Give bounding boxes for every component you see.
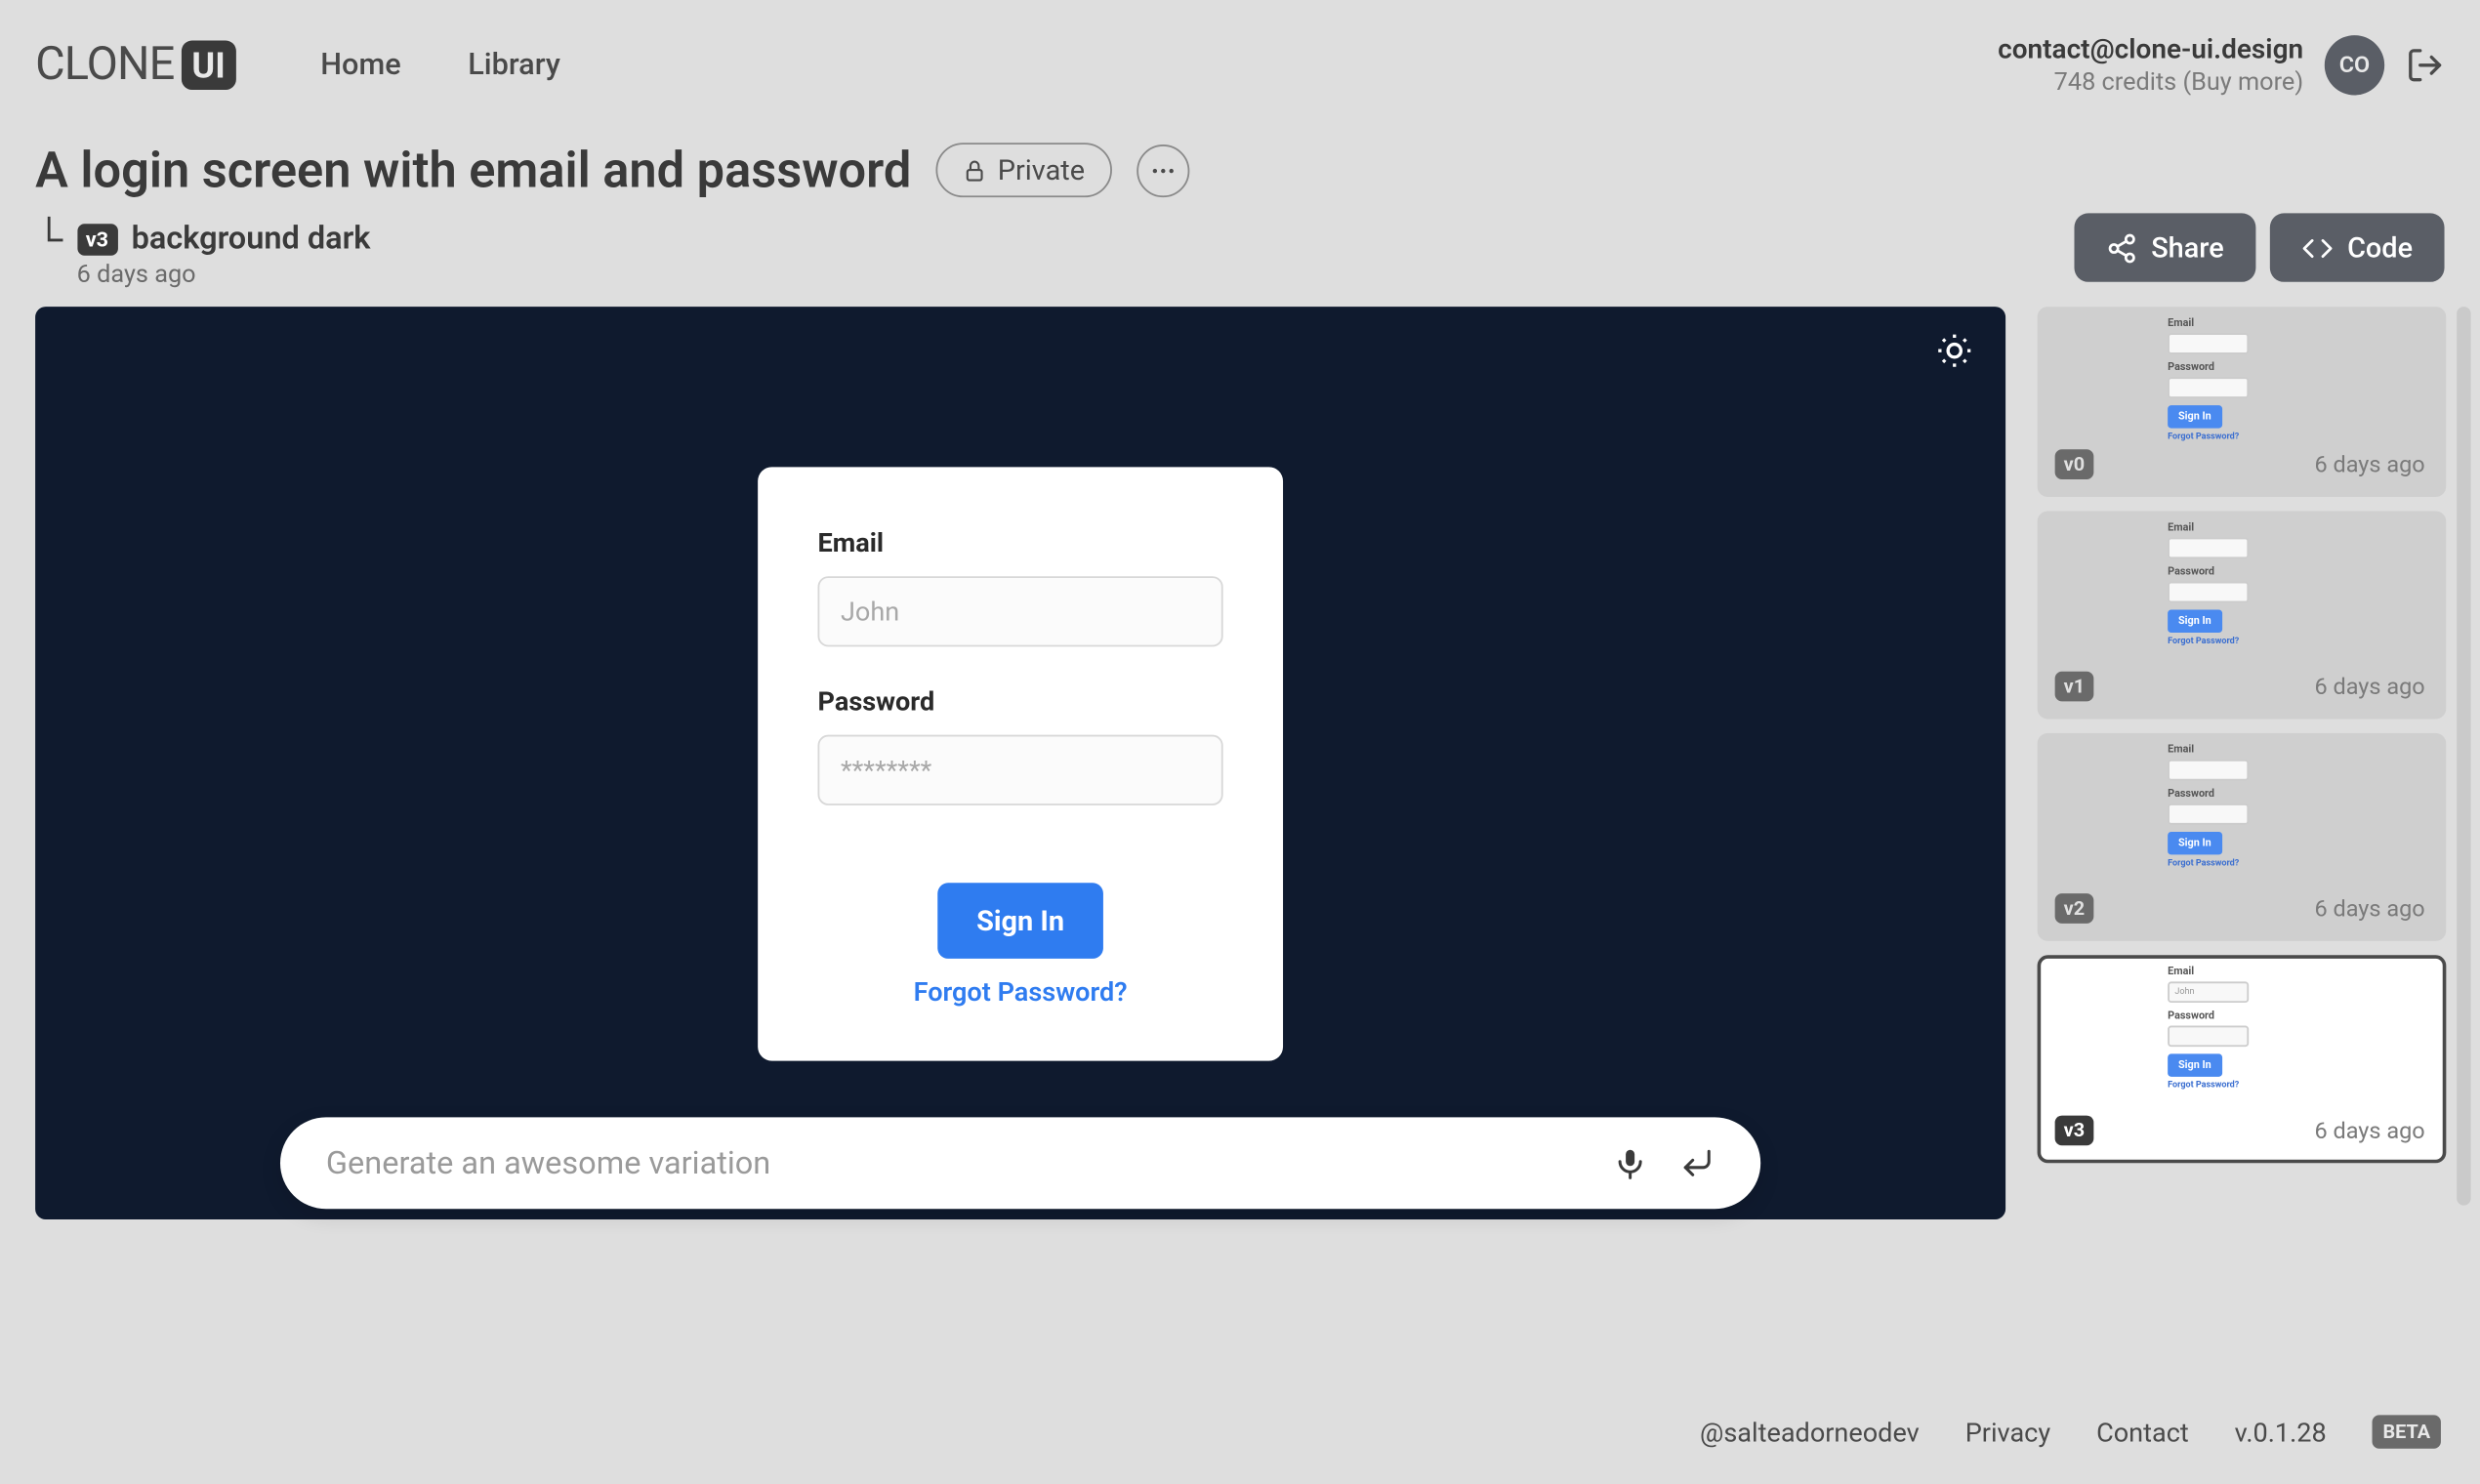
version-badge: v3 (77, 224, 117, 255)
version-thumbnail: Email Password Sign InForgot Password? (2168, 522, 2273, 647)
logo-text: CLONE (35, 39, 174, 92)
version-card-badge: v3 (2055, 1116, 2094, 1146)
password-input[interactable] (818, 734, 1223, 804)
version-card-v3[interactable]: EmailJohn Password Sign InForgot Passwor… (2038, 956, 2447, 1164)
footer: @salteadorneodev Privacy Contact v.0.1.2… (0, 1387, 2480, 1484)
prompt-input[interactable] (326, 1145, 1581, 1182)
nav-home[interactable]: Home (320, 48, 400, 83)
footer-contact[interactable]: Contact (2096, 1416, 2189, 1447)
version-card-badge: v0 (2055, 450, 2094, 480)
version-card-date: 6 days ago (2314, 897, 2424, 924)
preview-frame: Email Password Sign In Forgot Password? (35, 308, 2005, 1220)
title-row: A login screen with email and password P… (0, 142, 2480, 200)
privacy-badge[interactable]: Private (936, 144, 1112, 198)
user-credits[interactable]: 748 credits (Buy more) (1998, 67, 2303, 100)
version-thumbnail: Email Password Sign InForgot Password? (2168, 744, 2273, 869)
beta-badge: BETA (2373, 1415, 2441, 1448)
version-title: background dark (132, 221, 371, 258)
user-email: contact@clone-ui.design (1998, 31, 2303, 66)
footer-version: v.0.1.28 (2235, 1416, 2327, 1447)
prompt-bar (280, 1118, 1760, 1210)
code-label: Code (2347, 231, 2413, 265)
password-label: Password (818, 685, 1223, 717)
version-card-v2[interactable]: Email Password Sign InForgot Password? v… (2038, 733, 2447, 941)
logout-icon[interactable] (2406, 46, 2445, 85)
email-label: Email (818, 526, 1223, 557)
version-card-date: 6 days ago (2314, 453, 2424, 479)
logo-badge: UI (182, 41, 236, 91)
footer-privacy[interactable]: Privacy (1965, 1416, 2050, 1447)
forgot-password-link[interactable]: Forgot Password? (818, 976, 1223, 1008)
code-button[interactable]: Code (2270, 214, 2445, 282)
signin-button[interactable]: Sign In (937, 883, 1102, 959)
footer-author[interactable]: @salteadorneodev (1700, 1416, 1920, 1447)
version-name: v3 background dark (77, 221, 371, 258)
branch-icon: └ (35, 218, 62, 264)
logo[interactable]: CLONE UI (35, 39, 236, 92)
submit-icon[interactable] (1679, 1146, 1715, 1181)
lock-icon (963, 158, 987, 183)
version-card-badge: v2 (2055, 894, 2094, 925)
microphone-icon[interactable] (1613, 1146, 1648, 1181)
version-thumbnail: Email Password Sign InForgot Password? (2168, 317, 2273, 442)
version-card-v0[interactable]: Email Password Sign InForgot Password? v… (2038, 308, 2447, 498)
theme-toggle[interactable] (1935, 332, 1974, 371)
share-label: Share (2151, 231, 2224, 265)
version-date: 6 days ago (77, 262, 371, 290)
version-card-date: 6 days ago (2314, 1120, 2424, 1146)
version-card-badge: v1 (2055, 672, 2094, 702)
avatar[interactable]: CO (2325, 35, 2384, 95)
more-options-button[interactable] (1136, 144, 1188, 197)
share-button[interactable]: Share (2074, 214, 2255, 282)
share-icon (2105, 232, 2136, 264)
login-card: Email Password Sign In Forgot Password? (758, 467, 1283, 1060)
page-title: A login screen with email and password (35, 142, 911, 200)
version-row: └ v3 background dark 6 days ago Share Co… (0, 221, 2480, 289)
privacy-label: Private (998, 154, 1085, 187)
sun-icon (1935, 332, 1974, 371)
scrollbar[interactable] (2457, 308, 2470, 1207)
versions-sidebar: Email Password Sign InForgot Password? v… (2038, 308, 2447, 1220)
dots-icon (1148, 156, 1177, 185)
version-thumbnail: EmailJohn Password Sign InForgot Passwor… (2168, 967, 2273, 1092)
email-input[interactable] (818, 576, 1223, 646)
version-card-date: 6 days ago (2314, 676, 2424, 702)
app-header: CLONE UI Home Library contact@clone-ui.d… (0, 0, 2480, 131)
version-card-v1[interactable]: Email Password Sign InForgot Password? v… (2038, 512, 2447, 720)
user-info: contact@clone-ui.design 748 credits (Buy… (1998, 31, 2303, 99)
preview-column: Email Password Sign In Forgot Password? (35, 308, 2005, 1220)
main-nav: Home Library (320, 48, 560, 83)
code-icon (2301, 232, 2333, 264)
nav-library[interactable]: Library (468, 48, 560, 83)
